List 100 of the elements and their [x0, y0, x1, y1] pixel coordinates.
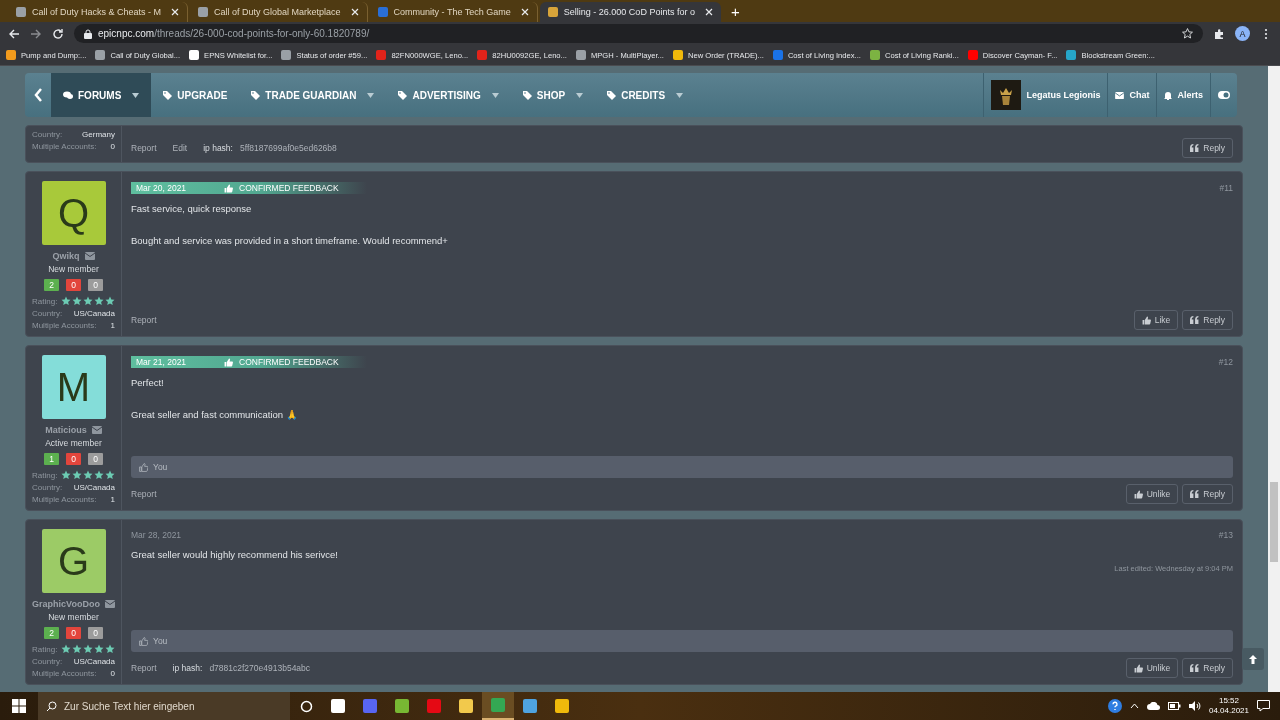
post-action-link[interactable]: Report [131, 143, 157, 153]
nav-tab[interactable]: UPGRADE [151, 73, 240, 117]
post-action-link[interactable]: Report [131, 489, 157, 499]
caret-icon[interactable] [367, 92, 375, 98]
reply-button[interactable]: Reply [1182, 138, 1233, 158]
caret-icon[interactable] [491, 92, 499, 98]
info-label: Multiple Accounts: [32, 321, 97, 330]
star-icon [94, 296, 104, 306]
quote-icon [1190, 316, 1200, 324]
post-number[interactable]: #13 [1218, 530, 1233, 540]
post-date[interactable]: Mar 28, 2021 [131, 530, 182, 540]
close-icon[interactable] [350, 8, 359, 16]
clock[interactable]: 15:52 04.04.2021 [1208, 696, 1249, 716]
notification-icon[interactable] [1257, 700, 1270, 712]
caret-icon[interactable] [132, 92, 140, 98]
taskbar-search-field[interactable]: Zur Suche Text hier eingeben [38, 692, 290, 720]
feedback-count: 0 [88, 453, 103, 465]
star-icon [83, 644, 93, 654]
puzzle-icon[interactable] [1213, 27, 1225, 40]
reply-button[interactable]: Reply [1182, 658, 1233, 678]
app-icon [395, 699, 409, 713]
nav-link[interactable]: Alerts [1156, 73, 1210, 117]
thumbs-up-icon [139, 462, 148, 472]
speaker-icon[interactable] [1188, 701, 1201, 711]
envelope-icon[interactable] [91, 426, 102, 434]
username[interactable]: Maticious [45, 425, 87, 435]
star-icon [61, 470, 71, 480]
toggle-icon[interactable] [1218, 91, 1230, 99]
new-tab-button[interactable]: + [722, 3, 748, 22]
scrollbar[interactable] [1268, 66, 1280, 692]
close-icon[interactable] [704, 8, 713, 16]
browser-tab[interactable]: Selling - 26.000 CoD Points for o [539, 2, 721, 22]
app-icon [491, 698, 505, 712]
username[interactable]: GraphicVooDoo [32, 599, 100, 609]
envelope-icon[interactable] [104, 600, 115, 608]
post-number[interactable]: #11 [1219, 183, 1233, 193]
ip-hash: ip hash: d7881c2f270e4913b54abc [172, 663, 311, 673]
envelope-icon [1115, 91, 1125, 99]
site-icon [869, 50, 880, 60]
close-icon[interactable] [520, 8, 529, 16]
post-action-link[interactable]: Report [131, 663, 157, 673]
reply-button[interactable]: Reply [1182, 484, 1233, 504]
avatar: G [41, 529, 106, 593]
nav-tab[interactable]: CREDITS [595, 73, 696, 117]
thumbs-up-icon [224, 357, 233, 367]
info-value: 0 [110, 142, 115, 151]
cloud-icon[interactable] [1146, 702, 1160, 710]
post-action-link[interactable]: Edit [172, 143, 188, 153]
caret-icon[interactable] [676, 92, 684, 98]
tag-icon [398, 90, 408, 100]
caret-up-icon[interactable] [1129, 703, 1139, 709]
quote-icon [1190, 144, 1200, 152]
nav-tab[interactable]: ADVERTISING [386, 73, 511, 117]
url: epicnpc.com/threads/26-000-cod-points-for-only-60.1820789/ [98, 28, 370, 39]
thumbs-up-icon [224, 183, 233, 193]
close-icon[interactable] [171, 8, 180, 16]
feedback-count: 2 [44, 279, 59, 291]
address-bar[interactable]: epicnpc.com/threads/26-000-cod-points-for-only-60.1820789/ [74, 24, 1203, 43]
like-button[interactable]: Like [1133, 310, 1179, 330]
reply-button[interactable]: Reply [1182, 310, 1233, 330]
nav-tab[interactable]: SHOP [510, 73, 596, 117]
liked-by[interactable]: You [153, 462, 168, 472]
battery-icon[interactable] [1167, 702, 1181, 710]
unlike-button[interactable]: Unlike [1125, 484, 1179, 504]
info-label: Multiple Accounts: [32, 495, 97, 504]
post-number[interactable]: #12 [1218, 357, 1233, 367]
back-arrow-icon[interactable] [8, 27, 20, 40]
star-icon[interactable] [1182, 28, 1193, 39]
feedback-count: 0 [88, 627, 103, 639]
account-name[interactable]: Legatus Legionis [1026, 90, 1101, 100]
feedback-count: 1 [44, 453, 59, 465]
windows-logo-icon[interactable] [12, 699, 26, 713]
liked-by[interactable]: You [153, 636, 168, 646]
post-text: Perfect! [131, 377, 165, 388]
envelope-icon[interactable] [84, 252, 95, 260]
info-value: US/Canada [73, 483, 115, 492]
nav-tab[interactable]: FORUMS [51, 73, 152, 117]
site-icon [477, 50, 488, 60]
forward-arrow-icon[interactable] [30, 27, 42, 40]
profile-avatar[interactable]: A [1235, 26, 1250, 41]
unlike-button[interactable]: Unlike [1125, 658, 1179, 678]
star-icon [94, 644, 104, 654]
post-text: Great seller and fast communication 🙏 [131, 409, 299, 420]
reload-icon[interactable] [52, 27, 64, 40]
username[interactable]: Qwikq [52, 251, 80, 261]
info-label: Country: [32, 309, 63, 318]
user-avatar-icon[interactable] [991, 80, 1022, 110]
site-icon [376, 50, 387, 60]
chevron-left-icon[interactable] [33, 88, 43, 102]
info-value: 1 [110, 495, 115, 504]
site-icon [95, 50, 106, 60]
banner-label: CONFIRMED FEEDBACK [239, 357, 339, 367]
back-to-top-button[interactable] [1242, 648, 1264, 670]
post-action-link[interactable]: Report [131, 315, 157, 325]
help-icon[interactable] [1107, 699, 1122, 713]
nav-link[interactable]: Chat [1107, 73, 1157, 117]
caret-icon[interactable] [576, 92, 584, 98]
star-icon [61, 644, 71, 654]
app-icon [331, 699, 345, 713]
nav-tab[interactable]: TRADE GUARDIAN [239, 73, 387, 117]
